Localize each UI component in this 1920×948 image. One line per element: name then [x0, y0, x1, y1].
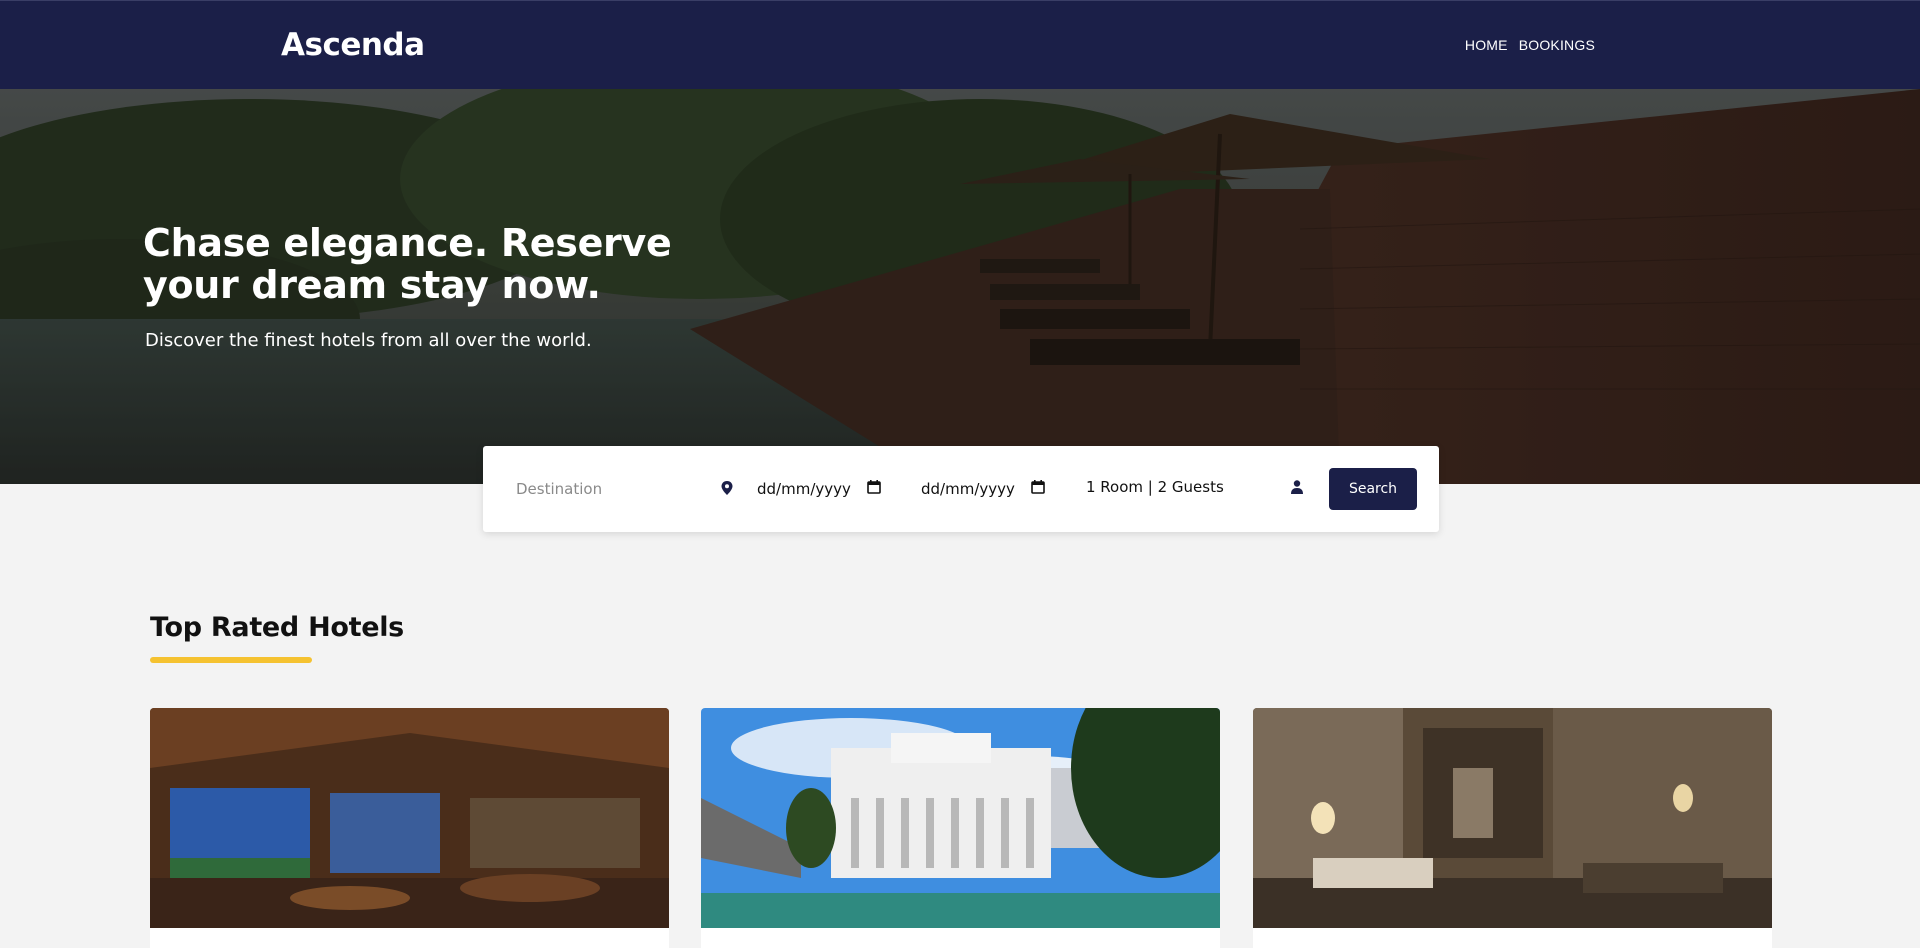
nav-links: HOME BOOKINGS [1465, 37, 1595, 53]
hotel-card[interactable] [1253, 708, 1772, 948]
navbar: Ascenda HOME BOOKINGS [0, 0, 1920, 89]
hotel-card[interactable] [150, 708, 669, 948]
checkin-date-text: dd/mm/yyyy [757, 480, 851, 498]
hotel-colonial-building-photo [701, 708, 1220, 928]
section-title: Top Rated Hotels [150, 612, 404, 643]
nav-bookings-link[interactable]: BOOKINGS [1519, 37, 1595, 53]
checkout-date-input[interactable]: dd/mm/yyyy [921, 476, 1045, 502]
nav-home-link[interactable]: HOME [1465, 37, 1508, 53]
hero-banner: Chase elegance. Reserve your dream stay … [0, 89, 1920, 484]
calendar-icon[interactable] [1031, 480, 1045, 498]
hotel-lobby-photo [1253, 708, 1772, 928]
checkout-date-text: dd/mm/yyyy [921, 480, 1015, 498]
checkin-date-input[interactable]: dd/mm/yyyy [757, 476, 881, 502]
hero-title: Chase elegance. Reserve your dream stay … [143, 221, 672, 307]
hero-subtitle: Discover the finest hotels from all over… [145, 330, 592, 351]
search-button[interactable]: Search [1329, 468, 1417, 510]
destination-input[interactable] [516, 477, 716, 501]
logo[interactable]: Ascenda [281, 27, 425, 63]
guests-selector[interactable]: 1 Room | 2 Guests [1086, 478, 1224, 496]
map-pin-icon [721, 481, 733, 500]
section-title-underline [150, 657, 312, 663]
search-bar: dd/mm/yyyy dd/mm/yyyy 1 Room | 2 Guests [483, 446, 1439, 532]
user-icon[interactable] [1291, 480, 1303, 499]
hotel-restaurant-photo [150, 708, 669, 928]
hotel-card[interactable] [701, 708, 1220, 948]
calendar-icon[interactable] [867, 480, 881, 498]
